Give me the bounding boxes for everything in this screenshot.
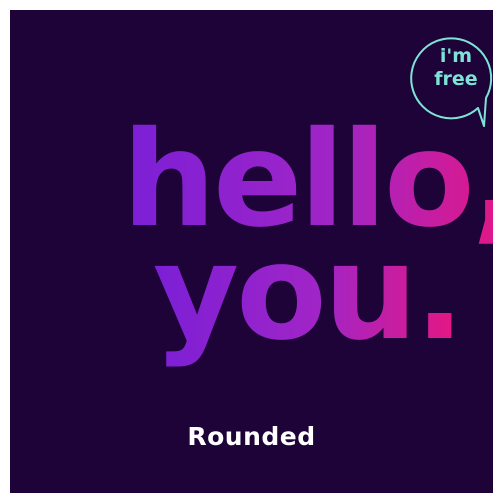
free-badge: i'm free — [410, 22, 493, 132]
font-name-caption: Rounded — [187, 422, 316, 451]
font-preview-card: hello, you. i'm free Rounded — [10, 10, 493, 493]
badge-line-1: i'm — [440, 45, 472, 67]
badge-line-2: free — [434, 68, 477, 90]
headline-line-2: you. — [153, 216, 462, 370]
